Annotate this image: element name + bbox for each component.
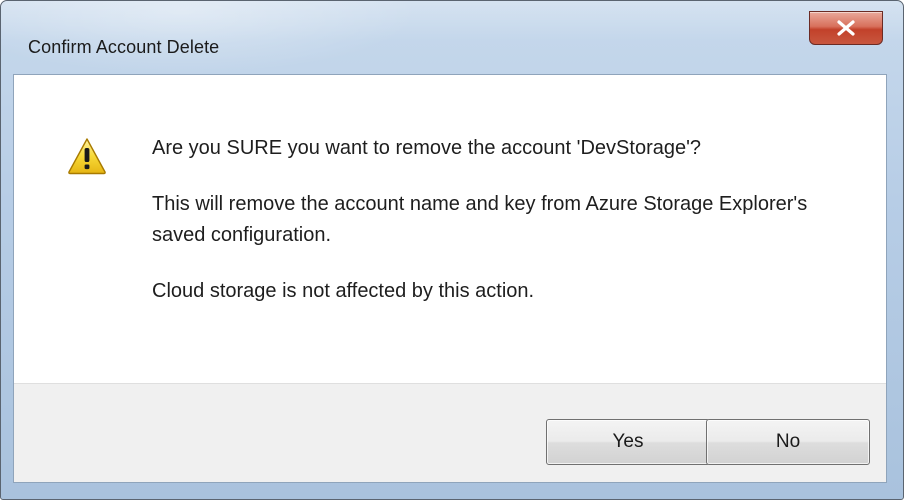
no-button[interactable]: No <box>706 419 870 465</box>
window-title: Confirm Account Delete <box>28 37 220 57</box>
message-area: Are you SURE you want to remove the acco… <box>14 75 886 383</box>
title-bar[interactable] <box>1 1 903 33</box>
dialog-message: Are you SURE you want to remove the acco… <box>152 133 852 307</box>
yes-button[interactable]: Yes <box>546 419 710 465</box>
warning-icon <box>67 137 107 175</box>
close-button[interactable] <box>809 11 883 45</box>
button-bar: Yes No <box>14 383 886 482</box>
confirm-note: Cloud storage is not affected by this ac… <box>152 280 535 302</box>
dialog-window: Confirm Account Delete Are you SURE you … <box>0 0 904 500</box>
confirm-question: Are you SURE you want to remove the acco… <box>152 137 702 159</box>
dialog-client-area: Are you SURE you want to remove the acco… <box>13 74 887 483</box>
confirm-detail: This will remove the account name and ke… <box>152 193 808 246</box>
close-x-icon <box>835 19 857 37</box>
